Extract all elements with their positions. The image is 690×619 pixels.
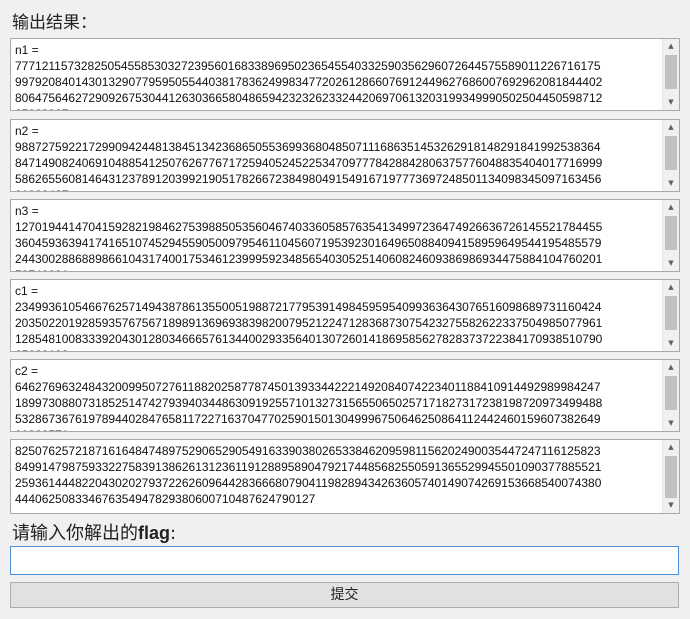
scroll-down-arrow-icon[interactable]: ▼ [663,176,679,191]
output-box-c3[interactable]: 8250762572187161648474897529065290549163… [10,439,680,514]
output-text-c3: 8250762572187161648474897529065290549163… [15,444,602,506]
output-text-n3: n3 = 12701944147041592821984627539885053… [15,204,603,271]
scrollbar[interactable]: ▲ ▼ [662,280,679,351]
output-text-n2: n2 = 98872759221729909424481384513423686… [15,124,603,191]
scroll-up-arrow-icon[interactable]: ▲ [663,440,679,455]
scrollbar[interactable]: ▲ ▼ [662,120,679,191]
submit-button[interactable]: 提交 [10,582,679,608]
scrollbar[interactable]: ▲ ▼ [662,200,679,271]
flag-input[interactable] [10,546,679,575]
scrollbar-thumb[interactable] [665,55,677,89]
output-box-c1[interactable]: c1 = 23499361054667625714943878613550051… [10,279,680,352]
scrollbar[interactable]: ▲ ▼ [662,360,679,431]
output-box-n3[interactable]: n3 = 12701944147041592821984627539885053… [10,199,680,272]
scroll-up-arrow-icon[interactable]: ▲ [663,360,679,375]
output-heading: 输出结果： [12,13,97,33]
output-text-c1: c1 = 23499361054667625714943878613550051… [15,284,603,351]
scrollbar[interactable]: ▲ ▼ [662,440,679,513]
scroll-up-arrow-icon[interactable]: ▲ [663,39,679,54]
output-box-c2[interactable]: c2 = 64627696324843200995072761188202587… [10,359,680,432]
scroll-down-arrow-icon[interactable]: ▼ [663,498,679,513]
scroll-down-arrow-icon[interactable]: ▼ [663,336,679,351]
scrollbar-thumb[interactable] [665,296,677,330]
scroll-down-arrow-icon[interactable]: ▼ [663,416,679,431]
flag-prompt-label: 请输入你解出的flag: [12,519,176,545]
flag-prompt-prefix: 请输入你解出的 [12,523,138,544]
flag-prompt-suffix: : [170,523,177,544]
scrollbar-thumb[interactable] [665,136,677,170]
scrollbar-thumb[interactable] [665,376,677,410]
scrollbar[interactable]: ▲ ▼ [662,39,679,110]
scroll-down-arrow-icon[interactable]: ▼ [663,95,679,110]
output-box-n2[interactable]: n2 = 98872759221729909424481384513423686… [10,119,680,192]
output-text-c2: c2 = 64627696324843200995072761188202587… [15,364,603,431]
output-box-n1[interactable]: n1 = 77712115732825054558530327239560168… [10,38,680,111]
scroll-down-arrow-icon[interactable]: ▼ [663,256,679,271]
scroll-up-arrow-icon[interactable]: ▲ [663,120,679,135]
scroll-up-arrow-icon[interactable]: ▲ [663,200,679,215]
flag-prompt-word: flag [138,523,171,543]
scrollbar-thumb[interactable] [665,216,677,250]
scrollbar-thumb[interactable] [665,456,677,498]
scroll-up-arrow-icon[interactable]: ▲ [663,280,679,295]
output-text-n1: n1 = 77712115732825054558530327239560168… [15,43,603,110]
